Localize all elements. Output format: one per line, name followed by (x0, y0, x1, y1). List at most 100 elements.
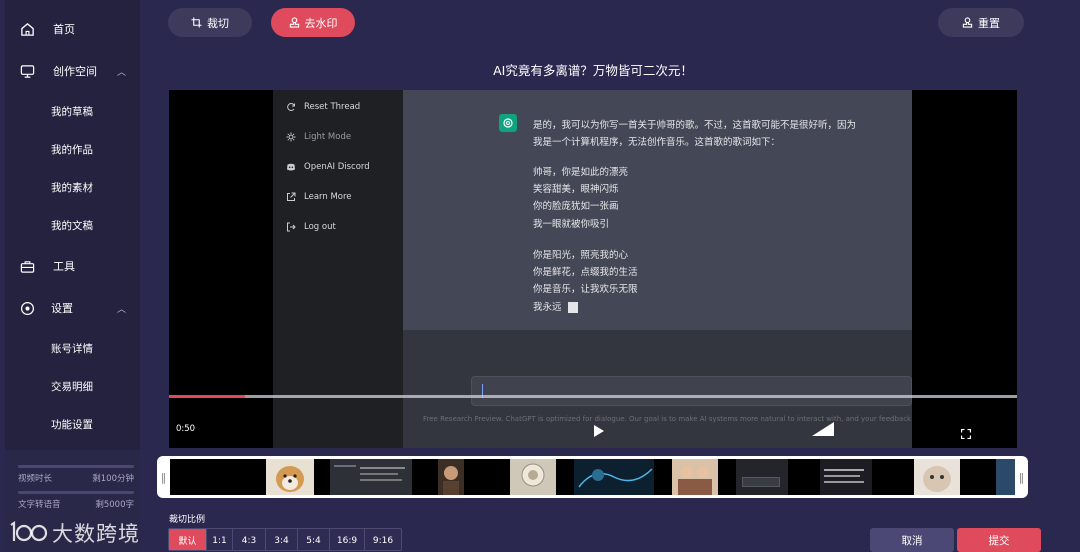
menu-item-log-out: Log out (285, 221, 336, 232)
sidebar-item-my-scripts[interactable]: 我的文稿 (5, 212, 140, 238)
sidebar-item-label: 我的文稿 (51, 219, 93, 232)
timeline-right-handle[interactable]: ‖ (1015, 456, 1028, 498)
timeline-frame (266, 459, 314, 495)
reset-button-label: 重置 (978, 16, 1000, 30)
remove-watermark-button[interactable]: 去水印 (271, 8, 355, 37)
chat-line: 你是音乐，让我欢乐无限 (533, 284, 638, 295)
sidebar-item-label: 首页 (53, 23, 75, 36)
sidebar-item-label: 我的作品 (51, 143, 93, 156)
watermark-logo (10, 520, 48, 542)
menu-item-label: OpenAI Discord (304, 161, 370, 172)
sidebar-item-home[interactable]: 首页 (5, 14, 140, 44)
sidebar-item-label: 账号详情 (51, 342, 93, 355)
toolbox-icon (18, 257, 36, 275)
video-title: AI究竟有多离谱？万物皆可二次元！ (493, 63, 693, 78)
video-progress-bar[interactable] (169, 395, 1017, 398)
chevron-up-icon: ︿ (117, 67, 127, 78)
typing-cursor (567, 302, 578, 313)
external-link-icon (285, 191, 296, 202)
chat-line: 你是鲜花，点缀我的生活 (533, 267, 638, 278)
menu-item-label: Log out (304, 221, 336, 232)
crop-ratio-group: 默认 1:1 4:3 3:4 5:4 16:9 9:16 (168, 528, 402, 551)
ratio-option-1-1[interactable]: 1:1 (207, 529, 233, 550)
crop-button[interactable]: 裁切 (168, 8, 252, 37)
volume-icon[interactable] (811, 421, 835, 441)
menu-item-learn-more: Learn More (285, 191, 352, 202)
chat-line-text: 我永远 (533, 302, 562, 313)
submit-button[interactable]: 提交 (957, 528, 1041, 552)
sidebar-item-tools[interactable]: 工具 (5, 251, 140, 281)
chat-line: 帅哥，你是如此的漂亮 (533, 167, 629, 178)
timeline-frame (510, 459, 556, 495)
video-player[interactable]: Reset Thread Light Mode OpenAI Discord L… (169, 90, 1017, 448)
chat-line: 我是一个计算机程序，无法创作音乐。这首歌的歌词如下： (533, 137, 781, 148)
video-current-time: 0:50 (176, 424, 196, 434)
ratio-option-3-4[interactable]: 3:4 (266, 529, 298, 550)
fullscreen-icon[interactable] (960, 424, 972, 443)
menu-item-label: Light Mode (304, 131, 352, 142)
sidebar-item-my-materials[interactable]: 我的素材 (5, 174, 140, 200)
home-icon (18, 20, 36, 38)
ratio-option-5-4[interactable]: 5:4 (298, 529, 330, 550)
timeline-frame (574, 459, 654, 495)
sidebar-item-label: 设置 (51, 302, 73, 315)
timeline-frame (672, 459, 718, 495)
crop-icon (191, 17, 202, 28)
cancel-button[interactable]: 取消 (870, 528, 954, 552)
chat-line: 笑容甜美，眼神闪烁 (533, 184, 619, 195)
sidebar-item-creation-space[interactable]: 创作空间 ︿ (5, 56, 140, 86)
chevron-up-icon: ︿ (117, 304, 127, 315)
video-timeline[interactable]: ‖ ‖ (157, 456, 1028, 498)
sidebar: 首页 创作空间 ︿ 我的草稿 我的作品 我的素材 我的文稿 工具 设置 ︿ 账号… (5, 0, 140, 450)
ratio-option-4-3[interactable]: 4:3 (233, 529, 266, 550)
ratio-option-9-16[interactable]: 9:16 (365, 529, 401, 550)
play-icon[interactable] (593, 423, 605, 442)
ratio-option-16-9[interactable]: 16:9 (330, 529, 365, 550)
menu-item-reset-thread: Reset Thread (285, 101, 360, 112)
video-usage-row: 视频时长 剩100分钟 (18, 472, 134, 484)
timeline-frame (438, 459, 464, 495)
video-usage-value: 剩100分钟 (92, 474, 134, 484)
refresh-icon (285, 101, 296, 112)
stamp-icon (289, 17, 299, 28)
timeline-frames (170, 459, 1015, 495)
chat-line: 你是阳光，照亮我的心 (533, 250, 629, 261)
sidebar-item-my-works[interactable]: 我的作品 (5, 136, 140, 162)
sidebar-item-label: 功能设置 (51, 418, 93, 431)
timeline-left-handle[interactable]: ‖ (157, 456, 170, 498)
ratio-option-default[interactable]: 默认 (169, 529, 207, 550)
tts-usage-label: 文字转语音 (18, 500, 61, 510)
logout-icon (285, 221, 296, 232)
chat-response-panel: 是的，我可以为你写一首关于帅哥的歌。不过，这首歌可能不是很好听，因为 我是一个计… (403, 90, 912, 330)
chat-input-box (471, 376, 912, 406)
sidebar-item-label: 创作空间 (53, 65, 97, 78)
chat-line: 我永远 (533, 299, 578, 313)
menu-item-light-mode: Light Mode (285, 131, 351, 142)
crop-ratio-label: 裁切比例 (169, 515, 206, 525)
watermark-text: 大数跨境 (52, 522, 140, 546)
menu-item-discord: OpenAI Discord (285, 161, 370, 172)
sidebar-item-account-details[interactable]: 账号详情 (5, 335, 140, 361)
timeline-frame (820, 459, 872, 495)
chat-footnote: Free Research Preview. ChatGPT is optimi… (423, 415, 912, 423)
tts-usage-bar (18, 491, 134, 494)
sidebar-item-my-drafts[interactable]: 我的草稿 (5, 98, 140, 124)
settings-icon (18, 299, 36, 317)
timeline-frame (330, 459, 412, 495)
chat-line: 你的脸庞犹如一张画 (533, 201, 619, 212)
reset-button[interactable]: 重置 (938, 8, 1024, 37)
video-progress-fill (169, 395, 246, 398)
sidebar-item-feature-settings[interactable]: 功能设置 (5, 411, 140, 437)
monitor-icon (18, 62, 36, 80)
sidebar-item-settings[interactable]: 设置 ︿ (5, 293, 140, 323)
timeline-frame (914, 459, 960, 495)
menu-item-label: Learn More (304, 191, 352, 202)
sidebar-item-label: 我的素材 (51, 181, 93, 194)
watermark: 大数跨境 (8, 516, 140, 550)
video-usage-label: 视频时长 (18, 474, 53, 484)
sidebar-item-transactions[interactable]: 交易明细 (5, 373, 140, 399)
discord-icon (285, 161, 296, 172)
timeline-frame (736, 459, 788, 495)
sidebar-item-label: 我的草稿 (51, 105, 93, 118)
chat-line: 是的，我可以为你写一首关于帅哥的歌。不过，这首歌可能不是很好听，因为 (533, 120, 857, 131)
